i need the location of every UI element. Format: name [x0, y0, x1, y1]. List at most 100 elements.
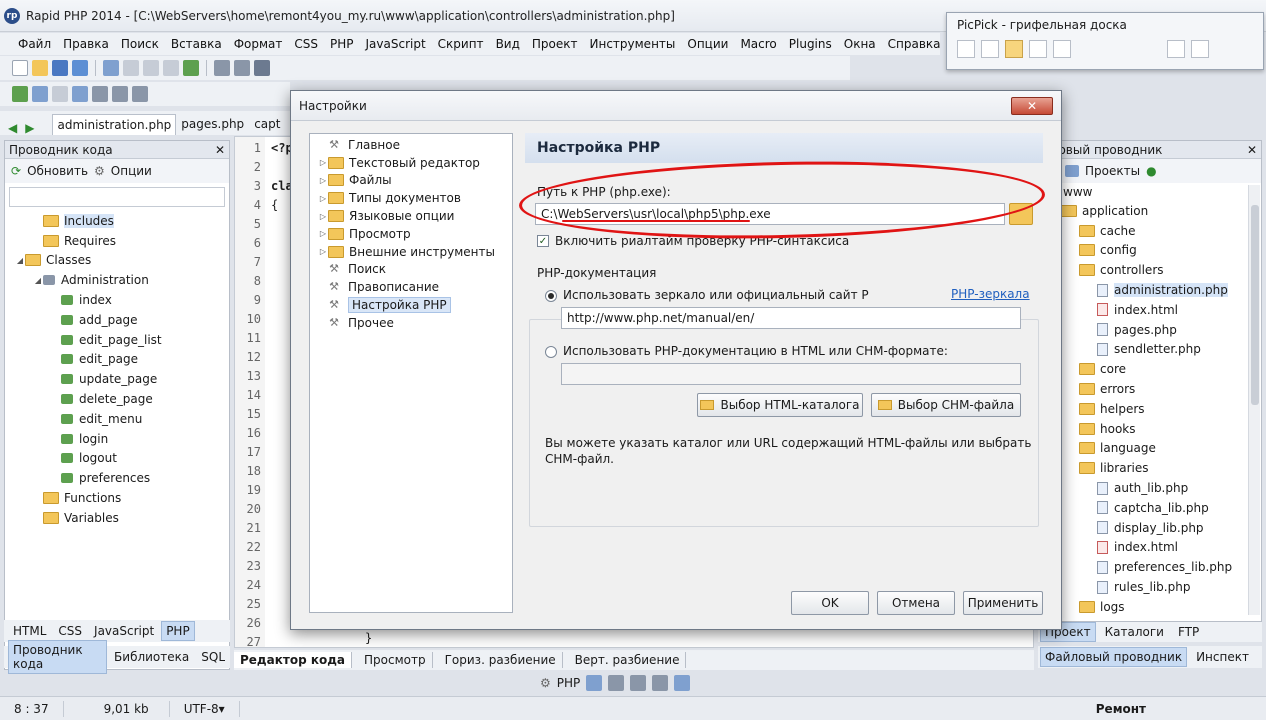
php-echo-icon[interactable] — [630, 675, 647, 691]
file-tree-item[interactable]: display_lib.php — [1039, 518, 1261, 538]
file-tree-item[interactable]: config — [1039, 241, 1261, 261]
menu-item[interactable]: Macro — [734, 37, 782, 51]
nav-forward-icon[interactable]: ▶ — [25, 121, 34, 135]
tree-item[interactable]: Variables — [5, 508, 229, 528]
php-tools-icon[interactable]: ⚙ — [540, 676, 551, 690]
php-comment-icon[interactable] — [674, 675, 691, 691]
tree-item[interactable]: edit_page_list — [5, 330, 229, 350]
scrollbar-thumb[interactable] — [1251, 205, 1259, 405]
options-button[interactable]: Опции — [111, 164, 152, 178]
file-tree-item[interactable]: logs — [1039, 597, 1261, 617]
tab-item[interactable]: Инспект — [1191, 647, 1254, 667]
menu-item[interactable]: Инструменты — [584, 37, 682, 51]
ok-button[interactable]: OK — [791, 591, 869, 615]
php-menu-button[interactable]: PHP — [557, 676, 581, 690]
menu-item[interactable]: CSS — [288, 37, 324, 51]
expand-arrow-icon[interactable]: ▷ — [318, 176, 328, 185]
menu-item[interactable]: Поиск — [115, 37, 165, 51]
expand-arrow-icon[interactable]: ▷ — [318, 194, 328, 203]
pointer-icon[interactable] — [957, 40, 975, 58]
file-tree-item[interactable]: controllers — [1039, 260, 1261, 280]
new-doc-icon[interactable] — [1167, 40, 1185, 58]
tab-item[interactable]: Файловый проводник — [1040, 647, 1188, 667]
expand-arrow-icon[interactable]: ◢ — [15, 256, 25, 265]
cancel-button[interactable]: Отмена — [877, 591, 955, 615]
file-tree-item[interactable]: hooks — [1039, 419, 1261, 439]
image-icon[interactable] — [32, 86, 48, 102]
menu-item[interactable]: Вид — [490, 37, 526, 51]
tab-administration[interactable]: administration.php — [52, 114, 177, 135]
tab-captcha[interactable]: capt — [249, 113, 285, 135]
expand-arrow-icon[interactable]: ▷ — [318, 212, 328, 221]
cut-icon[interactable] — [123, 60, 139, 76]
preview-icon[interactable] — [12, 86, 28, 102]
nav-back-icon[interactable]: ◀ — [8, 121, 17, 135]
settings-category[interactable]: ▷ Языковые опции — [310, 207, 512, 225]
file-tree-item[interactable]: captcha_lib.php — [1039, 498, 1261, 518]
expand-arrow-icon[interactable]: ▷ — [318, 247, 328, 256]
encoding-indicator[interactable]: UTF-8▾ — [170, 700, 240, 717]
tree-item[interactable]: Includes — [5, 211, 229, 231]
refresh-button[interactable]: Обновить — [27, 164, 88, 178]
tab-item[interactable]: Редактор кода — [234, 652, 353, 668]
file-tree-scrollbar[interactable] — [1248, 185, 1260, 615]
paragraph-icon[interactable] — [92, 86, 108, 102]
tree-item[interactable]: logout — [5, 449, 229, 469]
tree-item[interactable]: Requires — [5, 231, 229, 251]
save-all-icon[interactable] — [72, 60, 88, 76]
php-insert-icon[interactable] — [586, 675, 603, 691]
table-icon[interactable] — [132, 86, 148, 102]
dialog-close-button[interactable]: ✕ — [1011, 96, 1053, 115]
file-tree-item[interactable]: pages.php — [1039, 320, 1261, 340]
tree-item[interactable]: ◢ Administration — [5, 270, 229, 290]
file-tree-item[interactable]: index.html — [1039, 300, 1261, 320]
print-icon[interactable] — [103, 60, 119, 76]
tree-item[interactable]: preferences — [5, 468, 229, 488]
expand-arrow-icon[interactable]: ▷ — [318, 158, 328, 167]
settings-category[interactable]: ▷ Текстовый редактор — [310, 154, 512, 172]
globe-icon[interactable]: ● — [1146, 164, 1156, 178]
paste-icon[interactable] — [163, 60, 179, 76]
mirror-url-input[interactable]: http://www.php.net/manual/en/ — [561, 307, 1021, 329]
tree-item[interactable]: delete_page — [5, 389, 229, 409]
php-mirrors-link[interactable]: PHP-зеркала — [951, 287, 1030, 301]
settings-category[interactable]: ▷ Файлы — [310, 172, 512, 190]
file-tree-item[interactable]: cache — [1039, 221, 1261, 241]
settings-category[interactable]: ⚒ Прочее — [310, 314, 512, 332]
radio-local-docs[interactable] — [545, 346, 557, 358]
file-tree-item[interactable]: core — [1039, 359, 1261, 379]
menu-item[interactable]: Справка — [882, 37, 947, 51]
tab-item[interactable]: Верт. разбиение — [569, 652, 687, 668]
realtime-check-checkbox[interactable]: ✓ — [537, 235, 549, 247]
view-icon[interactable] — [1065, 165, 1079, 177]
menu-item[interactable]: Правка — [57, 37, 115, 51]
file-tree-item[interactable]: auth_lib.php — [1039, 478, 1261, 498]
file-tree-item[interactable]: application — [1039, 201, 1261, 221]
tab-item[interactable]: Каталоги — [1100, 622, 1169, 642]
tab-item[interactable]: Проводник кода — [8, 640, 108, 674]
tree-item[interactable]: Functions — [5, 488, 229, 508]
tab-item[interactable]: Библиотека — [109, 647, 194, 667]
tab-pages[interactable]: pages.php — [176, 113, 249, 135]
code-explorer-search[interactable] — [9, 187, 225, 207]
expand-arrow-icon[interactable]: ◢ — [33, 276, 43, 285]
select-html-dir-button[interactable]: Выбор HTML-каталога — [697, 393, 863, 417]
file-tree-item[interactable]: helpers — [1039, 399, 1261, 419]
menu-item[interactable]: Проект — [526, 37, 584, 51]
list-icon[interactable] — [112, 86, 128, 102]
file-tree-root[interactable]: www — [1039, 183, 1261, 201]
redo-icon[interactable] — [183, 60, 199, 76]
line-icon[interactable] — [1029, 40, 1047, 58]
tab-item[interactable]: SQL — [196, 647, 230, 667]
indent-icon[interactable] — [214, 60, 230, 76]
file-tree-item[interactable]: language — [1039, 439, 1261, 459]
local-docs-input[interactable] — [561, 363, 1021, 385]
pencil-icon[interactable] — [1005, 40, 1023, 58]
tree-item[interactable]: login — [5, 429, 229, 449]
php-block-icon[interactable] — [652, 675, 669, 691]
tab-item[interactable]: HTML — [8, 621, 51, 641]
file-tree-item[interactable]: preferences_lib.php — [1039, 557, 1261, 577]
radio-mirror[interactable] — [545, 290, 557, 302]
settings-category[interactable]: ▷ Просмотр — [310, 225, 512, 243]
settings-category[interactable]: ⚒ Главное — [310, 136, 512, 154]
